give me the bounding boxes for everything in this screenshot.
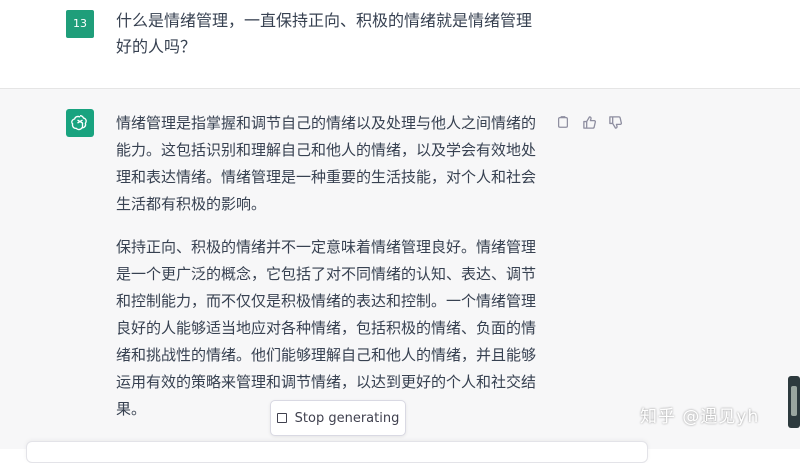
zhihu-watermark: 知乎 @遇见yh	[640, 407, 760, 427]
user-avatar: 13	[66, 10, 94, 38]
thumbs-down-icon[interactable]	[606, 113, 624, 131]
stop-generating-label: Stop generating	[294, 410, 400, 426]
message-actions	[554, 113, 624, 131]
chatgpt-logo-icon	[66, 109, 94, 137]
stop-icon	[276, 413, 287, 423]
assistant-paragraph: 情绪管理是指掌握和调节自己的情绪以及处理与他人之间情绪的能力。这包括识别和理解自…	[116, 114, 537, 213]
user-message-row: 13 什么是情绪管理，一直保持正向、积极的情绪就是情绪管理好的人吗？	[0, 0, 800, 89]
assistant-message-row: 情绪管理是指掌握和调节自己的情绪以及处理与他人之间情绪的能力。这包括识别和理解自…	[0, 89, 800, 449]
stop-generating-button[interactable]: Stop generating	[270, 400, 406, 436]
assistant-paragraph: 保持正向、积极的情绪并不一定意味着情绪管理良好。情绪管理是一个更广泛的概念，它包…	[116, 238, 537, 418]
copy-icon[interactable]	[554, 113, 572, 131]
assistant-message-text: 情绪管理是指掌握和调节自己的情绪以及处理与他人之间情绪的能力。这包括识别和理解自…	[116, 110, 536, 439]
thumbs-up-icon[interactable]	[580, 113, 598, 131]
scroll-thumb[interactable]	[791, 386, 797, 416]
user-message-text: 什么是情绪管理，一直保持正向、积极的情绪就是情绪管理好的人吗？	[116, 11, 533, 56]
message-input-box[interactable]	[26, 441, 648, 463]
side-scroll-widget[interactable]	[788, 376, 800, 428]
